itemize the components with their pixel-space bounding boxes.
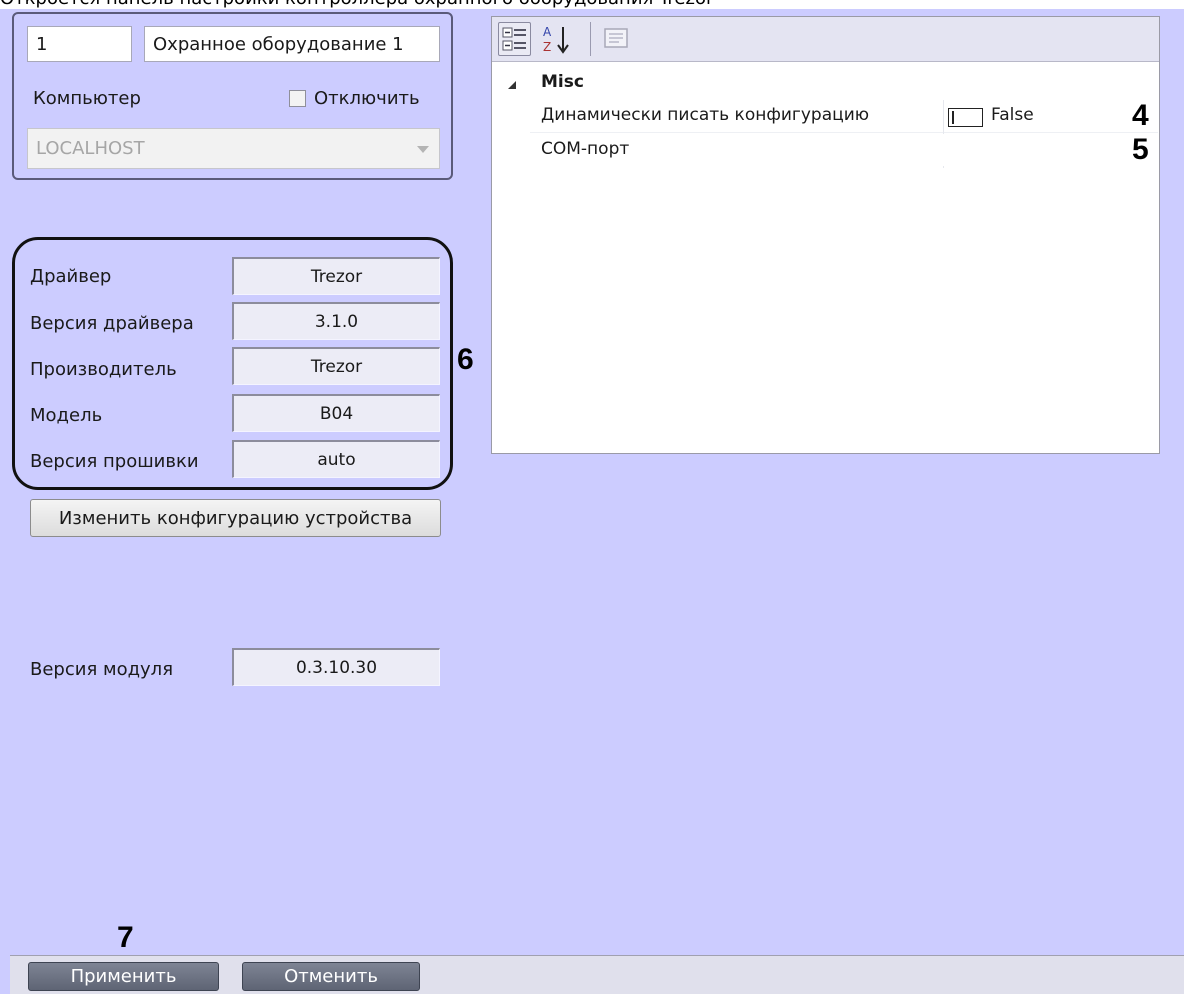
- callout-4: 4: [1132, 99, 1149, 132]
- boolean-toggle[interactable]: [948, 108, 983, 127]
- sort-az-icon[interactable]: A Z: [539, 22, 583, 56]
- model-field: B04: [232, 394, 440, 432]
- apply-button[interactable]: Применить: [28, 962, 219, 991]
- property-name-com-port: COM-порт: [541, 139, 630, 159]
- svg-text:Z: Z: [543, 40, 551, 54]
- property-grid-toolbar: [492, 17, 1159, 62]
- driver-value: Trezor: [310, 266, 363, 287]
- firmware-version-label: Версия прошивки: [30, 451, 199, 472]
- callout-7: 7: [117, 921, 134, 954]
- svg-text:A: A: [543, 25, 552, 39]
- cancel-button[interactable]: Отменить: [242, 962, 420, 991]
- model-label: Модель: [30, 405, 103, 426]
- header-caption-strip: Откроется панель настройки контроллера о…: [0, 0, 1184, 9]
- disable-checkbox[interactable]: [289, 90, 306, 107]
- device-id-field[interactable]: 1: [27, 26, 132, 62]
- manufacturer-field: Trezor: [232, 347, 440, 385]
- change-config-button[interactable]: Изменить конфигурацию устройства: [30, 499, 441, 537]
- manufacturer-value: Trezor: [310, 356, 363, 377]
- property-name-dynamic-config: Динамически писать конфигурацию: [541, 105, 870, 125]
- driver-version-label: Версия драйвера: [30, 313, 194, 334]
- toolbar-divider: [590, 22, 591, 56]
- computer-label: Компьютер: [33, 88, 141, 109]
- chevron-down-icon: [417, 146, 429, 153]
- driver-label: Драйвер: [30, 266, 112, 287]
- manufacturer-label: Производитель: [30, 359, 177, 380]
- computer-select-value: LOCALHOST: [36, 138, 145, 159]
- device-name-field[interactable]: Охранное оборудование 1: [144, 26, 440, 62]
- module-version-field: 0.3.10.30: [232, 648, 440, 686]
- firmware-version-value: auto: [317, 449, 356, 470]
- module-version-label: Версия модуля: [30, 659, 174, 680]
- property-pages-icon[interactable]: [601, 24, 631, 54]
- device-id-value: 1: [36, 33, 48, 55]
- property-value-dynamic-config: False: [991, 105, 1034, 125]
- categorized-view-icon[interactable]: [498, 22, 531, 56]
- callout-5: 5: [1132, 133, 1149, 166]
- driver-value-field: Trezor: [232, 257, 440, 295]
- driver-version-value: 3.1.0: [314, 311, 359, 332]
- disable-label: Отключить: [314, 88, 420, 109]
- firmware-version-field: auto: [232, 440, 440, 478]
- model-value: B04: [319, 403, 354, 424]
- property-grid: [491, 16, 1160, 454]
- callout-6: 6: [457, 343, 474, 376]
- category-misc[interactable]: Misc: [541, 72, 584, 92]
- header-caption: Откроется панель настройки контроллера о…: [0, 0, 713, 9]
- computer-select[interactable]: LOCALHOST: [27, 128, 440, 169]
- collapse-triangle-icon[interactable]: [507, 80, 517, 90]
- device-name-value: Охранное оборудование 1: [153, 33, 404, 55]
- driver-version-field: 3.1.0: [232, 302, 440, 340]
- module-version-value: 0.3.10.30: [295, 657, 378, 678]
